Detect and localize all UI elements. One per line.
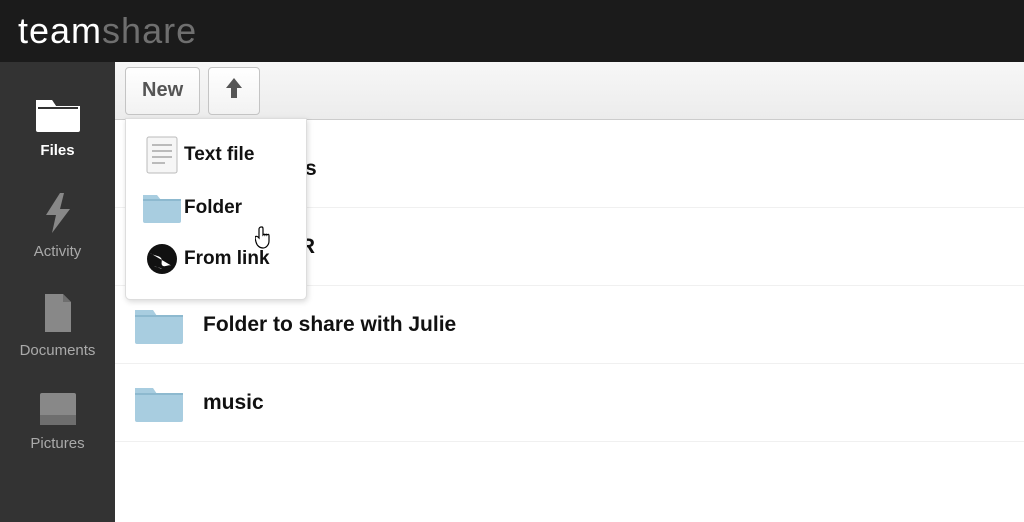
logo-part2: share (102, 10, 197, 52)
sidebar: Files Activity Documents Pictures (0, 62, 115, 522)
new-menu-text-file[interactable]: Text file (126, 127, 306, 183)
new-button[interactable]: New (125, 67, 200, 115)
sidebar-item-activity[interactable]: Activity (0, 177, 115, 278)
sidebar-item-pictures[interactable]: Pictures (0, 377, 115, 470)
upload-button[interactable] (208, 67, 260, 115)
new-menu: Text file Folder From link (125, 118, 307, 300)
sidebar-item-label: Activity (0, 243, 115, 260)
document-icon (0, 292, 115, 334)
menu-item-label: Text file (184, 144, 254, 166)
sidebar-item-documents[interactable]: Documents (0, 278, 115, 377)
sidebar-item-label: Files (0, 142, 115, 159)
menu-item-label: From link (184, 248, 270, 270)
new-menu-from-link[interactable]: From link (126, 233, 306, 285)
picture-icon (0, 391, 115, 427)
sidebar-item-files[interactable]: Files (0, 80, 115, 177)
new-button-label: New (142, 79, 183, 102)
file-name: music (203, 391, 264, 415)
globe-icon (140, 241, 184, 277)
folder-item-icon (133, 382, 203, 424)
menu-item-label: Folder (184, 197, 242, 219)
file-name: Folder to share with Julie (203, 313, 456, 337)
folder-item-icon (133, 304, 203, 346)
logo-part1: team (18, 10, 102, 52)
new-menu-folder[interactable]: Folder (126, 183, 306, 233)
sidebar-item-label: Pictures (0, 435, 115, 452)
folder-icon (0, 94, 115, 134)
lightning-icon (0, 191, 115, 235)
folder-menu-icon (140, 191, 184, 225)
sidebar-item-label: Documents (0, 342, 115, 359)
text-file-icon (140, 135, 184, 175)
upload-arrow-icon (223, 76, 245, 106)
file-row[interactable]: music (115, 364, 1024, 442)
app-header: teamshare (0, 0, 1024, 62)
toolbar: New (115, 62, 1024, 120)
